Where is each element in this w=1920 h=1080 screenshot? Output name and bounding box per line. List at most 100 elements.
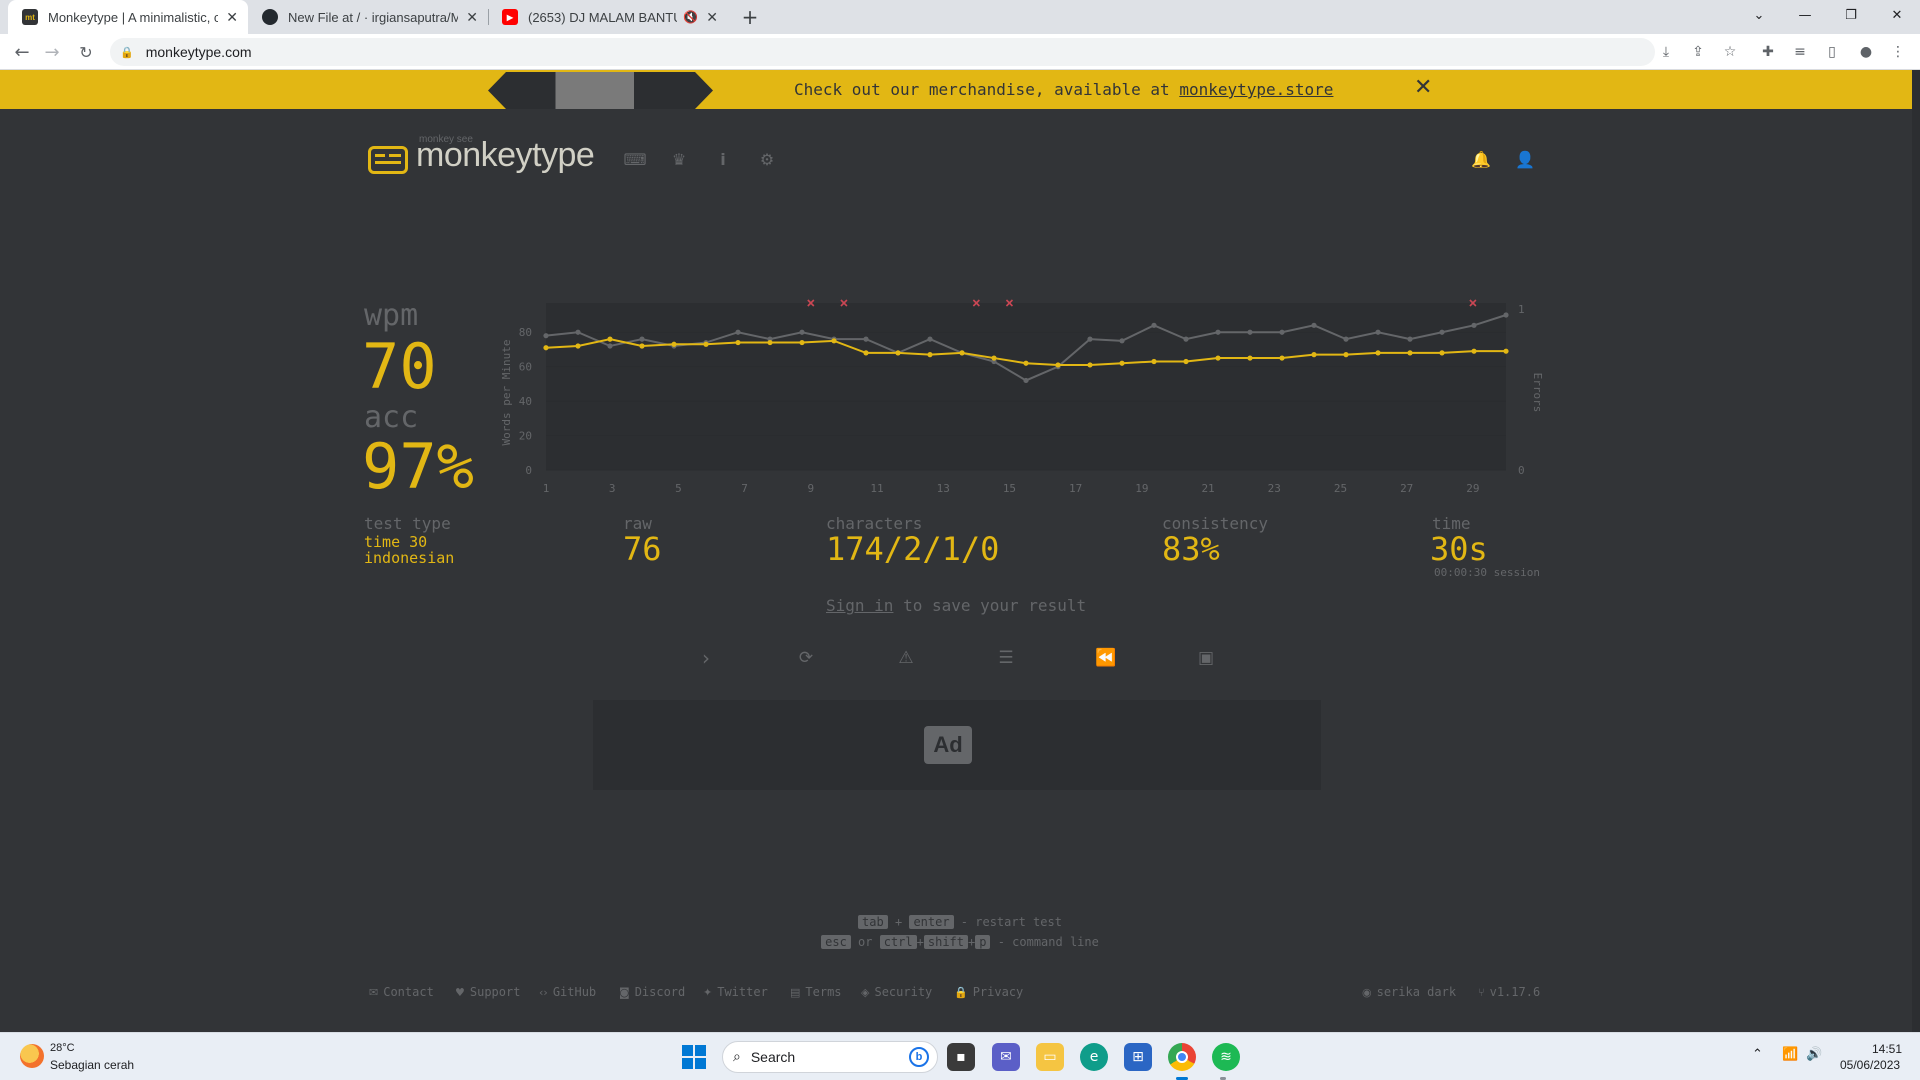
speaker-mute-icon[interactable]: 🔇	[683, 10, 698, 24]
report-warning-icon[interactable]: ⚠	[893, 646, 919, 670]
raw-wpm-point	[1503, 312, 1509, 318]
close-tab-icon[interactable]: ✕	[466, 9, 478, 26]
share-icon[interactable]: ⇪	[1688, 42, 1708, 62]
y-tick-label: 60	[519, 361, 532, 374]
replay-icon[interactable]: ⏪	[1093, 646, 1119, 670]
merch-store-link[interactable]: monkeytype.store	[1179, 80, 1333, 99]
gear-icon[interactable]: ⚙	[756, 148, 778, 170]
footer-privacy-link[interactable]: 🔒 Privacy	[954, 985, 1023, 999]
wifi-icon[interactable]: 📶	[1782, 1047, 1798, 1062]
word-history-icon[interactable]: ☰	[993, 646, 1019, 670]
restart-icon[interactable]: ⟳	[793, 646, 819, 670]
key-esc: esc	[821, 935, 851, 949]
logo-text[interactable]: monkeytype	[416, 136, 595, 175]
user-icon[interactable]: 👤	[1514, 148, 1536, 170]
footer-twitter-link[interactable]: ✦ Twitter	[703, 985, 768, 999]
reading-list-icon[interactable]: ≡	[1790, 42, 1810, 62]
footer-discord-link[interactable]: ◙ Discord	[619, 985, 685, 999]
merch-banner: Check out our merchandise, available at …	[0, 70, 1912, 109]
raw-wpm-point	[543, 333, 549, 339]
wpm-point	[1503, 348, 1509, 354]
reload-button[interactable]: ↻	[74, 40, 98, 64]
volume-icon[interactable]: 🔊	[1806, 1047, 1822, 1062]
footer-link-label: Discord	[634, 985, 686, 999]
minimize-button[interactable]: —	[1782, 0, 1828, 30]
sign-in-link[interactable]: Sign in	[826, 596, 893, 615]
footer-github-link[interactable]: ‹› GitHub	[539, 985, 596, 999]
key-tab: tab	[858, 915, 888, 929]
wpm-point	[1183, 358, 1189, 365]
close-tab-icon[interactable]: ✕	[706, 9, 718, 26]
clock-date[interactable]: 05/06/2023	[1840, 1058, 1900, 1072]
page-scrollbar[interactable]	[1912, 70, 1920, 1032]
back-button[interactable]: ←	[10, 40, 34, 64]
tab-youtube[interactable]: ▶ (2653) DJ MALAM BANTU AKU 🔇 ✕	[488, 0, 728, 34]
raw-wpm-point	[799, 329, 805, 335]
lock-icon[interactable]: 🔒	[120, 46, 134, 59]
signin-text: to save your result	[893, 596, 1087, 615]
edge-browser-icon[interactable]: e	[1080, 1043, 1108, 1071]
banner-message: Check out our merchandise, available at	[794, 80, 1180, 99]
weather-sun-icon[interactable]	[20, 1044, 44, 1068]
close-tab-icon[interactable]: ✕	[226, 9, 238, 26]
x-tick-label: 3	[609, 482, 616, 495]
keyboard-icon[interactable]: ⌨	[623, 148, 646, 170]
start-button[interactable]	[682, 1045, 706, 1069]
restore-button[interactable]: ❐	[1828, 0, 1874, 30]
weather-description[interactable]: Sebagian cerah	[50, 1058, 134, 1072]
footer-support-link[interactable]: ♥ Support	[455, 985, 520, 999]
close-window-button[interactable]: ✕	[1874, 0, 1920, 30]
close-icon[interactable]: ✕	[1414, 75, 1432, 100]
new-tab-button[interactable]: +	[738, 5, 762, 29]
wpm-point	[575, 343, 581, 349]
tab-monkeytype[interactable]: mt Monkeytype | A minimalistic, customiz…	[8, 0, 248, 34]
y-axis-label: Words per Minute	[500, 340, 513, 446]
footer-security-link[interactable]: ◈ Security	[861, 985, 932, 999]
ad-container: Ad	[593, 700, 1321, 790]
bing-icon[interactable]: b	[909, 1047, 929, 1067]
windows-taskbar: 28°C Sebagian cerah ⌕ Search b ▪ ✉ ▭ e ⊞…	[0, 1032, 1920, 1080]
bookmark-star-icon[interactable]: ☆	[1720, 42, 1740, 62]
footer-contact-link[interactable]: ✉ Contact	[369, 985, 434, 999]
address-bar[interactable]: 🔒 monkeytype.com	[110, 38, 1655, 66]
chrome-taskbar-icon[interactable]	[1168, 1043, 1196, 1071]
donate-icon: ♥	[455, 985, 465, 999]
bell-icon[interactable]: 🔔	[1470, 148, 1492, 170]
tab-search-icon[interactable]: ⌄	[1736, 0, 1782, 30]
raw-wpm-point	[1247, 329, 1253, 335]
acc-value: 97%	[362, 430, 474, 503]
teams-chat-icon[interactable]: ✉	[992, 1043, 1020, 1071]
taskbar-search[interactable]: ⌕ Search b	[722, 1041, 938, 1073]
footer-link-label: Twitter	[717, 985, 768, 999]
task-view-icon[interactable]: ▪	[947, 1043, 975, 1071]
tab-github[interactable]: New File at / · irgiansaputra/MetaAd ✕	[248, 0, 488, 34]
microsoft-store-icon[interactable]: ⊞	[1124, 1043, 1152, 1071]
wpm-point	[1151, 358, 1157, 365]
theme-selector[interactable]: ◉ serika dark	[1362, 985, 1456, 999]
info-icon[interactable]: i	[712, 148, 734, 170]
next-test-icon[interactable]: ›	[693, 646, 719, 670]
screenshot-icon[interactable]: ▣	[1193, 646, 1219, 670]
file-explorer-icon[interactable]: ▭	[1036, 1043, 1064, 1071]
chrome-menu-icon[interactable]: ⋮	[1888, 42, 1908, 62]
monkeytype-logo-icon[interactable]	[368, 146, 408, 174]
profile-avatar-icon[interactable]: ●	[1856, 42, 1876, 62]
footer-terms-link[interactable]: ▤ Terms	[790, 985, 842, 999]
x-tick-label: 9	[808, 482, 815, 495]
clock-time[interactable]: 14:51	[1872, 1042, 1902, 1056]
spotify-icon[interactable]: ≋	[1212, 1043, 1240, 1071]
weather-temperature[interactable]: 28°C	[50, 1042, 75, 1054]
version-link[interactable]: ⑂ v1.17.6	[1478, 985, 1540, 999]
tray-overflow-icon[interactable]: ⌃	[1752, 1047, 1763, 1062]
raw-wpm-point	[735, 329, 741, 335]
extensions-puzzle-icon[interactable]: ✚	[1758, 42, 1778, 62]
github-favicon-icon	[262, 9, 278, 25]
wpm-point	[703, 341, 709, 347]
x-tick-label: 11	[870, 482, 883, 495]
crown-icon[interactable]: ♛	[668, 148, 690, 170]
install-app-icon[interactable]: ⤓	[1656, 42, 1676, 62]
forward-button[interactable]: →	[40, 40, 64, 64]
key-shift: shift	[923, 935, 968, 949]
wpm-point	[1279, 355, 1285, 361]
side-panel-icon[interactable]: ▯	[1822, 42, 1842, 62]
